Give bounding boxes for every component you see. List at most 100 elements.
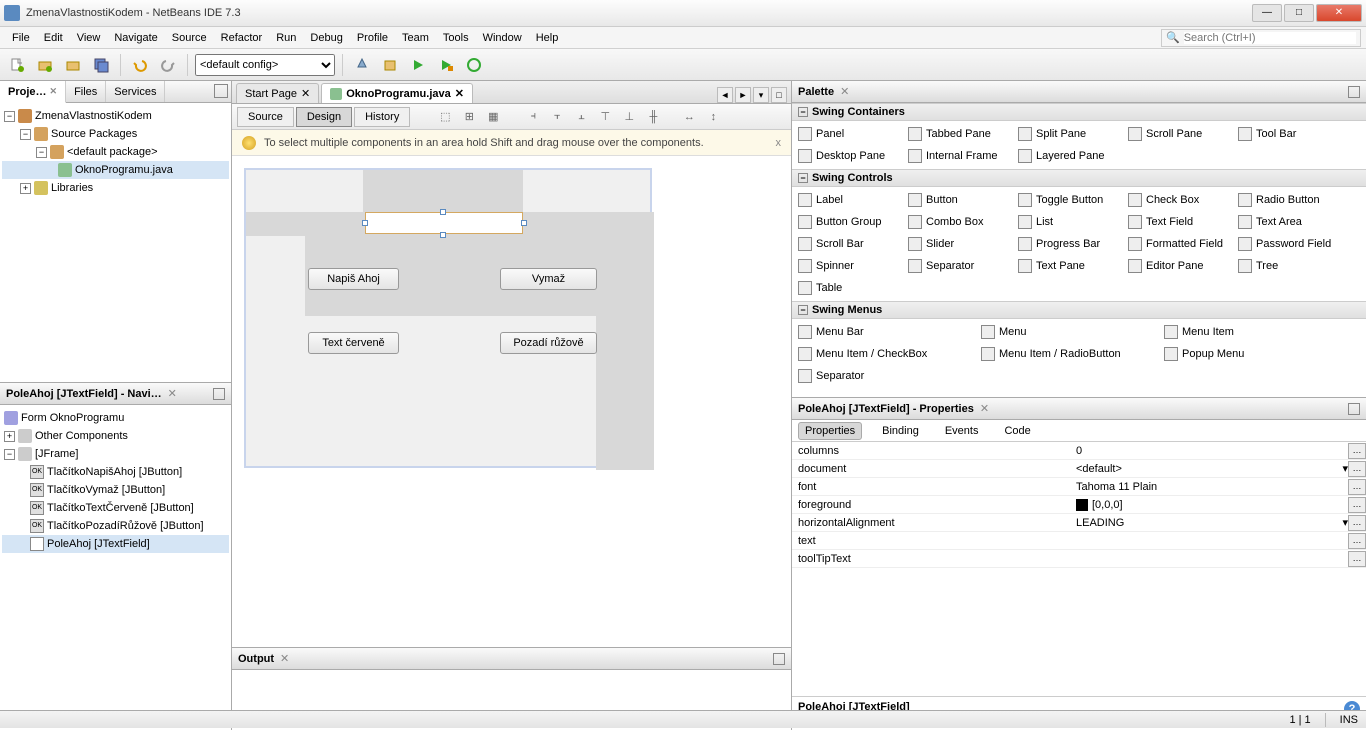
source-packages-node[interactable]: Source Packages (51, 128, 137, 140)
palette-item[interactable]: Progress Bar (1014, 233, 1124, 255)
menu-window[interactable]: Window (476, 30, 529, 46)
palette-category-controls[interactable]: −Swing Controls (792, 169, 1366, 187)
mode-history[interactable]: History (354, 107, 410, 127)
align-top-button[interactable]: ⊤ (594, 106, 616, 128)
nav-item[interactable]: PoleAhoj [JTextField] (47, 538, 150, 550)
save-all-button[interactable] (89, 53, 113, 77)
project-tree[interactable]: −ZmenaVlastnostiKodem −Source Packages −… (0, 103, 231, 382)
new-file-button[interactable] (5, 53, 29, 77)
palette-item[interactable]: Text Field (1124, 211, 1234, 233)
button-ruzove[interactable]: Pozadí růžově (500, 332, 597, 354)
palette-item[interactable]: Formatted Field (1124, 233, 1234, 255)
menu-team[interactable]: Team (395, 30, 436, 46)
search-input[interactable] (1184, 32, 1356, 44)
close-icon[interactable]: ✕ (168, 387, 177, 400)
tab-services[interactable]: Services (106, 81, 165, 102)
menu-run[interactable]: Run (269, 30, 303, 46)
palette-item[interactable]: Combo Box (904, 211, 1014, 233)
libraries-node[interactable]: Libraries (51, 182, 93, 194)
props-tab-binding[interactable]: Binding (876, 423, 925, 439)
palette-item[interactable]: Spinner (794, 255, 904, 277)
tab-files[interactable]: Files (66, 81, 106, 102)
palette-item[interactable]: Text Area (1234, 211, 1344, 233)
palette-item[interactable]: Table (794, 277, 904, 299)
palette-category-menus[interactable]: −Swing Menus (792, 301, 1366, 319)
tab-projects[interactable]: Proje… ✕ (0, 81, 66, 103)
align-center-v-button[interactable]: ╫ (642, 106, 664, 128)
expand-icon[interactable]: − (20, 129, 31, 140)
palette-item[interactable]: Scroll Pane (1124, 123, 1234, 145)
menu-help[interactable]: Help (529, 30, 566, 46)
palette-item[interactable]: List (1014, 211, 1124, 233)
menu-refactor[interactable]: Refactor (214, 30, 270, 46)
config-select[interactable]: <default config> (195, 54, 335, 76)
palette-item[interactable]: Tool Bar (1234, 123, 1344, 145)
new-project-button[interactable] (33, 53, 57, 77)
clean-build-button[interactable] (378, 53, 402, 77)
prop-value[interactable]: [0,0,0] (1092, 499, 1123, 511)
nav-fwd-button[interactable]: ► (735, 87, 751, 103)
resize-h-button[interactable]: ↔ (678, 106, 700, 128)
project-node[interactable]: ZmenaVlastnostiKodem (35, 110, 152, 122)
default-package-node[interactable]: <default package> (67, 146, 158, 158)
nav-item[interactable]: TlačítkoTextČerveně [JButton] (47, 502, 194, 514)
palette-item[interactable]: Check Box (1124, 189, 1234, 211)
align-left-button[interactable]: ⫞ (522, 106, 544, 128)
menu-profile[interactable]: Profile (350, 30, 395, 46)
palette-item[interactable]: Menu Bar (794, 321, 977, 343)
props-tab-code[interactable]: Code (998, 423, 1036, 439)
palette-item[interactable]: Toggle Button (1014, 189, 1124, 211)
close-button[interactable]: ✕ (1316, 4, 1362, 22)
prop-edit-button[interactable]: … (1348, 533, 1366, 549)
connection-mode-button[interactable]: ⊞ (458, 106, 480, 128)
palette-item[interactable]: Menu (977, 321, 1160, 343)
mode-source[interactable]: Source (237, 107, 294, 127)
panel-maximize-button[interactable] (773, 653, 785, 665)
preview-button[interactable]: ▦ (482, 106, 504, 128)
close-hint-button[interactable]: x (776, 137, 782, 149)
minimize-button[interactable]: — (1252, 4, 1282, 22)
close-icon[interactable]: ✕ (50, 86, 58, 97)
panel-maximize-button[interactable] (214, 84, 228, 98)
nav-item[interactable]: TlačítkoNapišAhoj [JButton] (47, 466, 182, 478)
prop-value[interactable]: Tahoma 11 Plain (1076, 481, 1157, 493)
palette-item[interactable]: Button Group (794, 211, 904, 233)
close-icon[interactable]: ✕ (455, 87, 464, 100)
palette-item[interactable]: Separator (794, 365, 977, 387)
run-button[interactable] (406, 53, 430, 77)
button-napis[interactable]: Napiš Ahoj (308, 268, 399, 290)
build-button[interactable] (350, 53, 374, 77)
palette-item[interactable]: Menu Item (1160, 321, 1343, 343)
props-tab-events[interactable]: Events (939, 423, 985, 439)
navigator-tree[interactable]: Form OknoProgramu +Other Components −[JF… (0, 405, 231, 730)
palette-item[interactable]: Split Pane (1014, 123, 1124, 145)
prop-value[interactable]: LEADING (1076, 517, 1124, 529)
menu-debug[interactable]: Debug (303, 30, 349, 46)
panel-maximize-button[interactable] (213, 388, 225, 400)
nav-list-button[interactable]: ▾ (753, 87, 769, 103)
mode-design[interactable]: Design (296, 107, 352, 127)
palette-item[interactable]: Internal Frame (904, 145, 1014, 167)
palette-item[interactable]: Desktop Pane (794, 145, 904, 167)
prop-edit-button[interactable]: … (1348, 479, 1366, 495)
nav-item[interactable]: TlačítkoVymaž [JButton] (47, 484, 165, 496)
form-canvas[interactable]: Napiš Ahoj Vymaž Text červeně Pozadí růž… (244, 168, 652, 468)
debug-button[interactable] (434, 53, 458, 77)
align-right-button[interactable]: ⫟ (546, 106, 568, 128)
palette-item[interactable]: Editor Pane (1124, 255, 1234, 277)
search-box[interactable]: 🔍 (1161, 29, 1361, 47)
prop-edit-button[interactable]: … (1348, 497, 1366, 513)
palette-item[interactable]: Tabbed Pane (904, 123, 1014, 145)
palette-category-containers[interactable]: −Swing Containers (792, 103, 1366, 121)
menu-file[interactable]: File (5, 30, 37, 46)
palette-item[interactable]: Popup Menu (1160, 343, 1343, 365)
menu-edit[interactable]: Edit (37, 30, 70, 46)
profile-button[interactable] (462, 53, 486, 77)
prop-edit-button[interactable]: … (1348, 551, 1366, 567)
button-cervene[interactable]: Text červeně (308, 332, 399, 354)
palette-item[interactable]: Label (794, 189, 904, 211)
close-icon[interactable]: ✕ (280, 652, 289, 665)
form-node[interactable]: Form OknoProgramu (21, 412, 124, 424)
menu-source[interactable]: Source (165, 30, 214, 46)
palette-item[interactable]: Menu Item / RadioButton (977, 343, 1160, 365)
